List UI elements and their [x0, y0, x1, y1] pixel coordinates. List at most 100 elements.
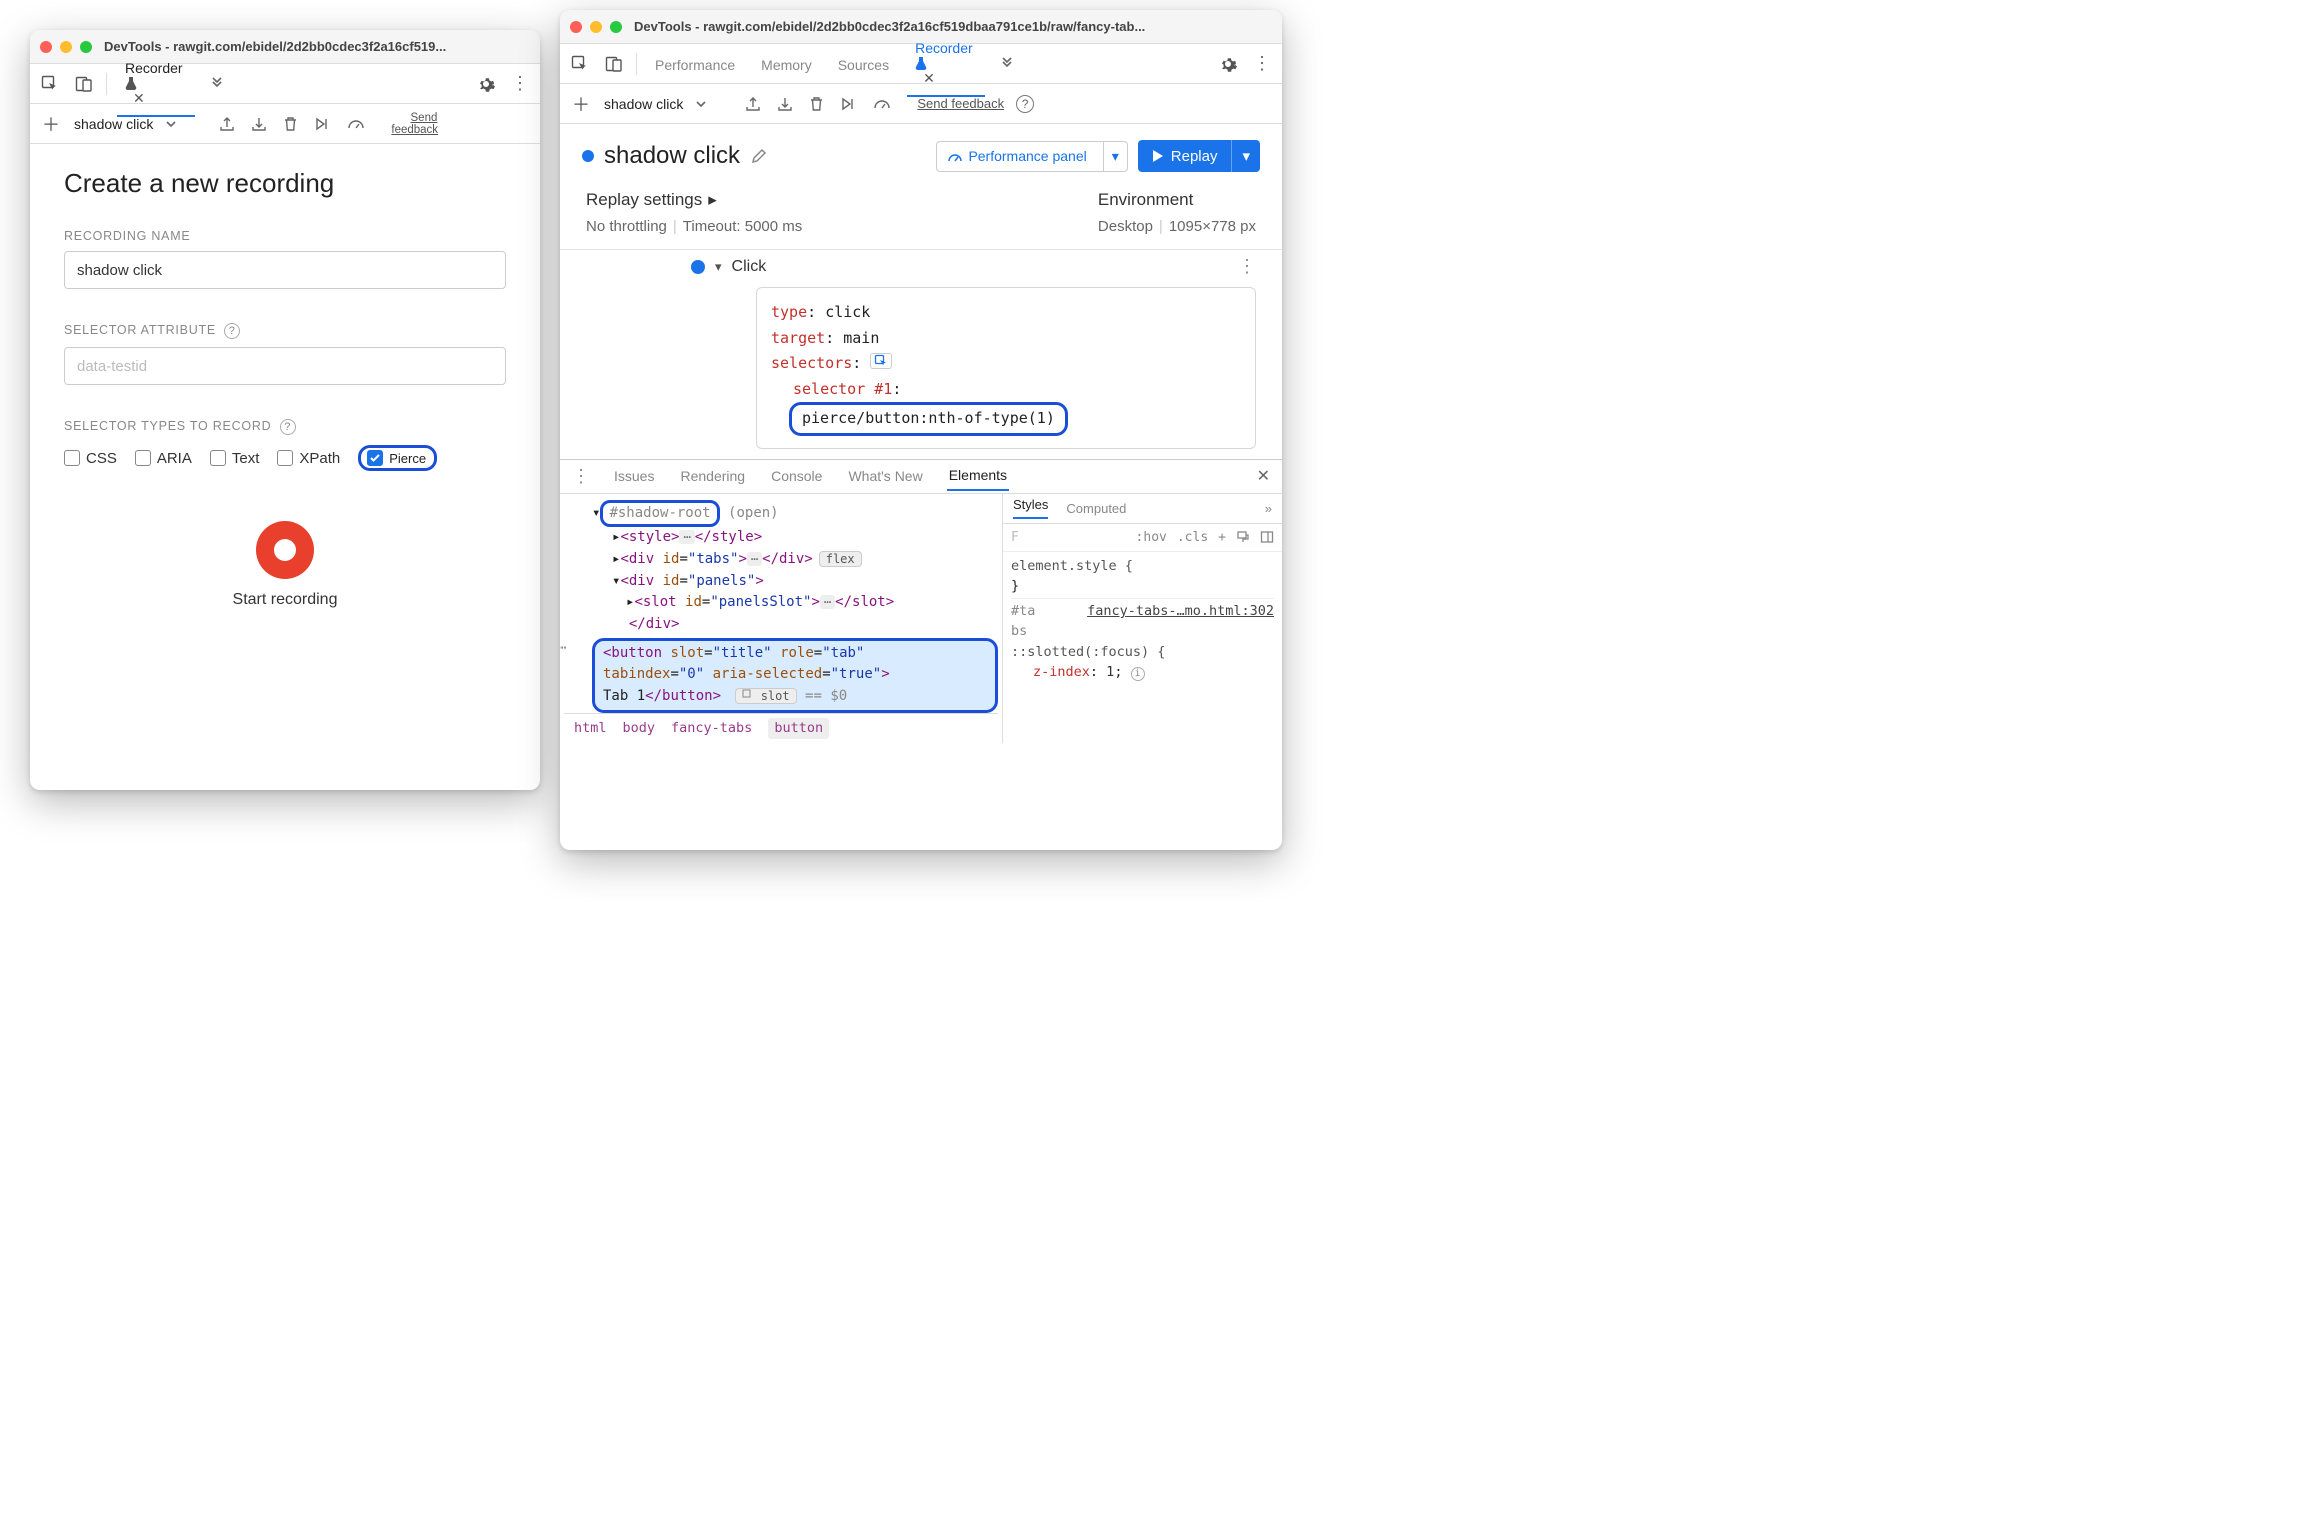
tab-memory[interactable]: Memory: [753, 47, 820, 81]
help-icon[interactable]: ?: [280, 419, 296, 435]
recording-name-label: RECORDING NAME: [64, 229, 506, 243]
tab-elements[interactable]: Elements: [947, 461, 1009, 491]
tab-label: Recorder: [125, 60, 183, 76]
import-icon[interactable]: [251, 116, 271, 132]
checkbox-css[interactable]: CSS: [64, 450, 117, 467]
more-tabs-icon[interactable]: [205, 72, 229, 96]
tab-console[interactable]: Console: [769, 462, 824, 490]
checkbox-pierce-highlighted[interactable]: Pierce: [358, 445, 437, 471]
recording-name-input[interactable]: [64, 251, 506, 289]
step-play-icon[interactable]: [315, 117, 335, 131]
close-drawer-icon[interactable]: ✕: [1257, 466, 1270, 486]
titlebar: DevTools - rawgit.com/ebidel/2d2bb0cdec3…: [30, 30, 540, 64]
speed-icon[interactable]: [347, 118, 367, 130]
paint-icon[interactable]: [1236, 530, 1250, 544]
more-tabs-icon[interactable]: [995, 52, 1019, 76]
drawer-tabbar: ⋮ Issues Rendering Console What's New El…: [560, 460, 1282, 494]
help-icon[interactable]: ?: [224, 323, 240, 339]
info-icon[interactable]: i: [1131, 667, 1145, 681]
start-recording-button[interactable]: [256, 521, 314, 579]
new-recording-icon[interactable]: ＋: [40, 111, 62, 137]
settings-gear-icon[interactable]: [474, 72, 498, 96]
close-window-icon[interactable]: [570, 21, 582, 33]
tab-performance[interactable]: Performance: [647, 47, 743, 81]
start-recording-label: Start recording: [64, 591, 506, 609]
zoom-window-icon[interactable]: [610, 21, 622, 33]
import-icon[interactable]: [777, 96, 797, 112]
close-tab-icon[interactable]: ✕: [133, 90, 145, 106]
performance-panel-button[interactable]: Performance panel ▾: [936, 141, 1127, 172]
step-menu-icon[interactable]: ⋮: [1238, 256, 1256, 277]
crumb-html[interactable]: html: [574, 718, 607, 739]
tab-computed[interactable]: Computed: [1066, 501, 1126, 516]
delete-icon[interactable]: [809, 96, 829, 112]
crumb-button[interactable]: button: [768, 718, 829, 739]
close-window-icon[interactable]: [40, 41, 52, 53]
inspect-icon[interactable]: [568, 52, 592, 76]
new-rule-icon[interactable]: +: [1218, 530, 1226, 545]
checkbox-xpath[interactable]: XPath: [277, 450, 340, 467]
zoom-window-icon[interactable]: [80, 41, 92, 53]
close-tab-icon[interactable]: ✕: [923, 70, 935, 86]
tab-recorder[interactable]: Recorder ✕: [907, 30, 985, 97]
minimize-window-icon[interactable]: [60, 41, 72, 53]
selector-attribute-input[interactable]: [64, 347, 506, 385]
crumb-body[interactable]: body: [623, 718, 656, 739]
drawer-menu-icon[interactable]: ⋮: [572, 466, 590, 487]
caret-down-icon[interactable]: ▾: [1231, 140, 1260, 172]
flex-badge[interactable]: flex: [819, 551, 862, 567]
step-play-icon[interactable]: [841, 97, 861, 111]
selected-element-highlighted[interactable]: <button slot="title" role="tab" tabindex…: [592, 638, 998, 713]
selector-value-highlighted[interactable]: pierce/button:nth-of-type(1): [789, 402, 1068, 436]
minimize-window-icon[interactable]: [590, 21, 602, 33]
delete-icon[interactable]: [283, 116, 303, 132]
tab-rendering[interactable]: Rendering: [678, 462, 747, 490]
recording-steps: ▾ Click ⋮ type: click target: main selec…: [560, 250, 1282, 459]
panel-icon[interactable]: [1260, 530, 1274, 544]
send-feedback-link[interactable]: Send feedback: [917, 96, 1004, 111]
filter-input[interactable]: F: [1011, 530, 1126, 545]
dom-tree[interactable]: ▾#shadow-root (open) ▸<style>⋯</style> ▸…: [560, 494, 1002, 743]
send-feedback-link[interactable]: Send feedback: [391, 112, 437, 136]
recording-name: shadow click: [604, 96, 683, 112]
recording-title: shadow click: [604, 142, 740, 170]
collapse-icon[interactable]: ▾: [715, 259, 722, 275]
tab-whats-new[interactable]: What's New: [846, 462, 924, 490]
caret-down-icon[interactable]: ▾: [1103, 142, 1127, 171]
device-toggle-icon[interactable]: [602, 52, 626, 76]
settings-gear-icon[interactable]: [1216, 52, 1240, 76]
flask-icon: [915, 56, 977, 70]
environment-heading: Environment: [1098, 190, 1256, 210]
overflow-dots-icon[interactable]: ⋯: [560, 638, 566, 660]
panel-heading: Create a new recording: [64, 168, 506, 199]
inspect-icon[interactable]: [38, 72, 62, 96]
source-link[interactable]: fancy-tabs-…mo.html:302: [1087, 601, 1274, 621]
edit-title-icon[interactable]: [750, 147, 768, 165]
tab-sources[interactable]: Sources: [830, 47, 897, 81]
kebab-menu-icon[interactable]: ⋮: [508, 72, 532, 96]
dropdown-caret-icon[interactable]: [165, 118, 185, 130]
divider: [106, 73, 107, 95]
kebab-menu-icon[interactable]: ⋮: [1250, 52, 1274, 76]
replay-button[interactable]: Replay ▾: [1138, 140, 1260, 172]
more-tabs-icon[interactable]: »: [1265, 501, 1272, 516]
device-toggle-icon[interactable]: [72, 72, 96, 96]
export-icon[interactable]: [219, 116, 239, 132]
tab-recorder[interactable]: Recorder ✕: [117, 50, 195, 117]
hov-toggle[interactable]: :hov: [1136, 530, 1167, 545]
window-controls: [570, 21, 622, 33]
slot-badge[interactable]: slot: [735, 688, 796, 704]
speed-icon[interactable]: [873, 98, 893, 110]
replay-settings-heading[interactable]: Replay settings ▸: [586, 190, 802, 210]
checkbox-text[interactable]: Text: [210, 450, 260, 467]
tab-issues[interactable]: Issues: [612, 462, 656, 490]
help-circle-icon[interactable]: ?: [1016, 95, 1034, 113]
new-recording-icon[interactable]: ＋: [570, 91, 592, 117]
select-element-icon[interactable]: [870, 353, 892, 369]
export-icon[interactable]: [745, 96, 765, 112]
checkbox-aria[interactable]: ARIA: [135, 450, 192, 467]
cls-toggle[interactable]: .cls: [1177, 530, 1208, 545]
crumb-fancy-tabs[interactable]: fancy-tabs: [671, 718, 752, 739]
dropdown-caret-icon[interactable]: [695, 98, 715, 110]
tab-styles[interactable]: Styles: [1013, 497, 1048, 519]
